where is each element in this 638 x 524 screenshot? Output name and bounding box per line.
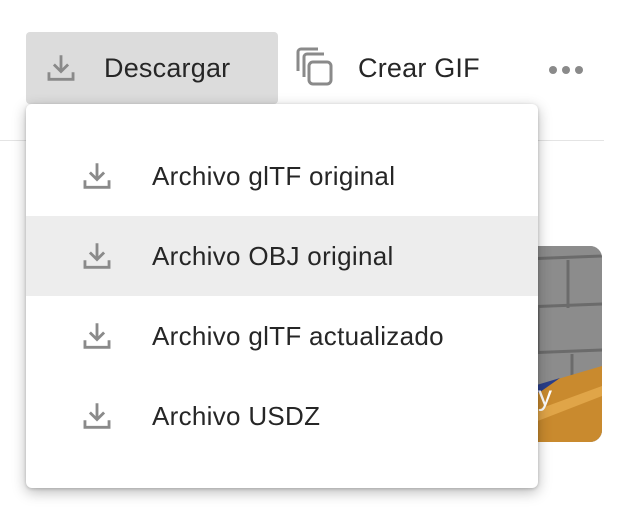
menu-item-label: Archivo USDZ <box>152 400 321 431</box>
menu-item-obj-original[interactable]: Archivo OBJ original <box>26 216 538 296</box>
download-icon <box>80 239 114 273</box>
menu-item-gltf-original[interactable]: Archivo glTF original <box>26 136 538 216</box>
menu-item-usdz[interactable]: Archivo USDZ <box>26 376 538 456</box>
menu-item-gltf-updated[interactable]: Archivo glTF actualizado <box>26 296 538 376</box>
menu-item-label: Archivo glTF actualizado <box>152 320 444 351</box>
download-icon <box>44 51 78 85</box>
download-icon <box>80 159 114 193</box>
more-options-button[interactable] <box>540 52 592 88</box>
more-horizontal-icon <box>548 65 584 75</box>
menu-item-label: Archivo OBJ original <box>152 240 394 271</box>
menu-item-label: Archivo glTF original <box>152 160 396 191</box>
download-button[interactable]: Descargar <box>26 32 278 104</box>
create-gif-button[interactable]: Crear GIF <box>286 32 500 104</box>
download-button-label: Descargar <box>104 52 231 83</box>
download-icon <box>80 399 114 433</box>
create-gif-label: Crear GIF <box>358 52 480 83</box>
thumbnail-caption: y <box>538 380 552 411</box>
page: y Descargar Crear GIF Archivo glTF origi… <box>0 0 638 524</box>
download-icon <box>80 319 114 353</box>
download-dropdown-menu: Archivo glTF original Archivo OBJ origin… <box>26 104 538 488</box>
copy-layers-icon <box>294 47 336 89</box>
